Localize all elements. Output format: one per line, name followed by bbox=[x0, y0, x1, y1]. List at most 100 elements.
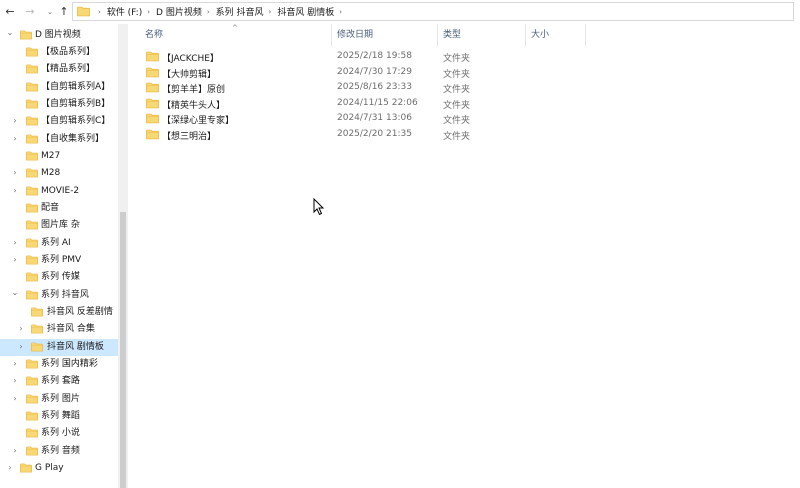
address-bar[interactable]: › 软件 (F:) › D 图片视频 › 系列 抖音风 › 抖音风 剧情板 › bbox=[72, 2, 794, 21]
tree-item[interactable]: 【自剪辑系列A】 bbox=[0, 79, 118, 96]
tree-item-label: 抖音风 剧情板 bbox=[47, 342, 104, 352]
chevron-right-icon[interactable]: › bbox=[10, 445, 20, 457]
file-name: 【剪羊羊】原创 bbox=[162, 85, 226, 95]
chevron-right-icon[interactable]: › bbox=[10, 115, 20, 127]
file-row[interactable]: 【JACKCHE】 2025/2/18 19:58 文件夹 bbox=[138, 49, 608, 65]
tree-item[interactable]: 系列 传媒 bbox=[0, 269, 118, 286]
folder-icon bbox=[146, 98, 159, 109]
chevron-right-icon[interactable]: › bbox=[10, 375, 20, 387]
tree-item[interactable]: › 【自剪辑系列C】 bbox=[0, 113, 118, 130]
chevron-right-icon[interactable]: › bbox=[10, 167, 20, 179]
chevron-right-icon[interactable]: › bbox=[98, 8, 101, 16]
file-type: 文件夹 bbox=[443, 131, 471, 142]
tree-item[interactable]: 【极品系列】 bbox=[0, 44, 118, 61]
forward-arrow-icon[interactable]: → bbox=[22, 4, 38, 20]
folder-icon bbox=[26, 272, 38, 282]
tree-item-label: 抖音风 反差剧情 bbox=[47, 307, 113, 317]
folder-icon bbox=[26, 116, 38, 126]
chevron-right-icon[interactable]: › bbox=[10, 133, 20, 145]
chevron-right-icon[interactable]: › bbox=[16, 323, 26, 335]
column-header-date[interactable]: 修改日期 bbox=[337, 28, 373, 44]
file-date: 2024/7/31 13:06 bbox=[337, 113, 412, 123]
folder-icon bbox=[31, 307, 43, 317]
tree-item[interactable]: › 系列 AI bbox=[0, 235, 118, 252]
scrollbar-thumb[interactable] bbox=[120, 212, 126, 488]
file-name: 【JACKCHE】 bbox=[162, 54, 219, 64]
column-divider[interactable] bbox=[585, 24, 586, 46]
file-row[interactable]: 【大帅剪辑】 2024/7/30 17:29 文件夹 bbox=[138, 65, 608, 81]
tree-item-label: 系列 舞蹈 bbox=[41, 411, 80, 421]
column-divider[interactable] bbox=[525, 24, 526, 46]
folder-icon bbox=[146, 82, 159, 93]
file-row[interactable]: 【剪羊羊】原创 2025/8/16 23:33 文件夹 bbox=[138, 80, 608, 96]
breadcrumb-item[interactable]: 抖音风 剧情板 bbox=[277, 5, 334, 18]
column-header-size[interactable]: 大小 bbox=[531, 28, 549, 44]
tree-item[interactable]: 抖音风 反差剧情 bbox=[0, 304, 118, 321]
chevron-right-icon[interactable]: › bbox=[10, 185, 20, 197]
file-row[interactable]: 【想三明治】 2025/2/20 21:35 文件夹 bbox=[138, 127, 608, 143]
file-name: 【深绿心里专家】 bbox=[162, 116, 235, 126]
chevron-down-icon[interactable]: ⌄ bbox=[10, 287, 20, 299]
chevron-right-icon[interactable]: › bbox=[207, 8, 210, 16]
tree-item[interactable]: › 系列 套路 bbox=[0, 373, 118, 390]
column-divider[interactable] bbox=[437, 24, 438, 46]
tree-item[interactable]: › 系列 PMV bbox=[0, 252, 118, 269]
sidebar-scrollbar[interactable] bbox=[118, 24, 128, 488]
chevron-right-icon[interactable]: › bbox=[147, 8, 150, 16]
tree-item[interactable]: › 系列 音频 bbox=[0, 443, 118, 460]
file-row[interactable]: 【精英牛头人】 2024/11/15 22:06 文件夹 bbox=[138, 96, 608, 112]
folder-icon bbox=[26, 47, 38, 57]
tree-item-label: 系列 图片 bbox=[41, 394, 80, 404]
folder-icon bbox=[77, 6, 90, 17]
chevron-right-icon[interactable]: › bbox=[339, 8, 342, 16]
chevron-down-icon[interactable]: ⌄ bbox=[5, 27, 15, 39]
tree-item[interactable]: 图片库 杂 bbox=[0, 217, 118, 234]
tree-item-label: 【自剪辑系列A】 bbox=[41, 82, 111, 92]
tree-item-label: 系列 国内精彩 bbox=[41, 359, 98, 369]
folder-icon bbox=[26, 238, 38, 248]
chevron-right-icon[interactable]: › bbox=[10, 254, 20, 266]
tree-item[interactable]: › M28 bbox=[0, 165, 118, 182]
chevron-right-icon[interactable]: › bbox=[10, 358, 20, 370]
file-row[interactable]: 【深绿心里专家】 2024/7/31 13:06 文件夹 bbox=[138, 111, 608, 127]
column-divider[interactable] bbox=[331, 24, 332, 46]
file-date: 2025/2/20 21:35 bbox=[337, 128, 412, 139]
up-arrow-icon[interactable]: ↑ bbox=[56, 4, 72, 20]
tree-item-label: 【自收集系列】 bbox=[41, 134, 105, 144]
tree-item[interactable]: › 抖音风 合集 bbox=[0, 321, 118, 338]
tree-item[interactable]: 配音 bbox=[0, 200, 118, 217]
tree-item[interactable]: ⌄ 系列 抖音风 bbox=[0, 287, 118, 304]
tree-item[interactable]: 系列 小说 bbox=[0, 425, 118, 442]
tree-item-label: 【精品系列】 bbox=[41, 64, 96, 74]
tree-item[interactable]: › MOVIE-2 bbox=[0, 183, 118, 200]
chevron-right-icon[interactable]: › bbox=[10, 393, 20, 405]
tree-item[interactable]: › 系列 图片 bbox=[0, 391, 118, 408]
file-type: 文件夹 bbox=[443, 54, 471, 64]
chevron-right-icon[interactable]: › bbox=[5, 462, 15, 474]
tree-item[interactable]: 【精品系列】 bbox=[0, 61, 118, 78]
tree-item[interactable]: › 【自收集系列】 bbox=[0, 131, 118, 148]
tree-item[interactable]: ⌄ D 图片视频 bbox=[0, 27, 118, 44]
file-date: 2024/11/15 22:06 bbox=[337, 97, 418, 108]
folder-icon bbox=[26, 151, 38, 161]
breadcrumb-item[interactable]: 软件 (F:) bbox=[107, 5, 142, 18]
breadcrumb-item[interactable]: 系列 抖音风 bbox=[216, 5, 264, 18]
breadcrumb-item[interactable]: D 图片视频 bbox=[156, 5, 202, 18]
chevron-right-icon[interactable]: › bbox=[16, 341, 26, 353]
tree-item[interactable]: 【自剪辑系列B】 bbox=[0, 96, 118, 113]
chevron-right-icon[interactable]: › bbox=[269, 8, 272, 16]
tree-item[interactable]: › G Play bbox=[0, 460, 118, 477]
tree-item[interactable]: › 抖音风 剧情板 bbox=[0, 339, 118, 356]
column-header-type[interactable]: 类型 bbox=[443, 28, 461, 44]
tree-item[interactable]: M27 bbox=[0, 148, 118, 165]
folder-icon bbox=[26, 359, 38, 369]
back-arrow-icon[interactable]: ← bbox=[2, 4, 18, 20]
tree-item-label: 系列 PMV bbox=[41, 255, 82, 265]
column-header-name[interactable]: 名称 bbox=[145, 28, 163, 44]
tree-item[interactable]: › 系列 国内精彩 bbox=[0, 356, 118, 373]
tree-item[interactable]: 系列 舞蹈 bbox=[0, 408, 118, 425]
folder-icon bbox=[146, 129, 159, 140]
navigation-pane: ⌄ D 图片视频 【极品系列】【精品系列】【自剪辑系列A】【自剪辑系列B】 › 【自剪辑… bbox=[0, 24, 118, 488]
folder-icon bbox=[26, 255, 38, 265]
chevron-right-icon[interactable]: › bbox=[10, 237, 20, 249]
